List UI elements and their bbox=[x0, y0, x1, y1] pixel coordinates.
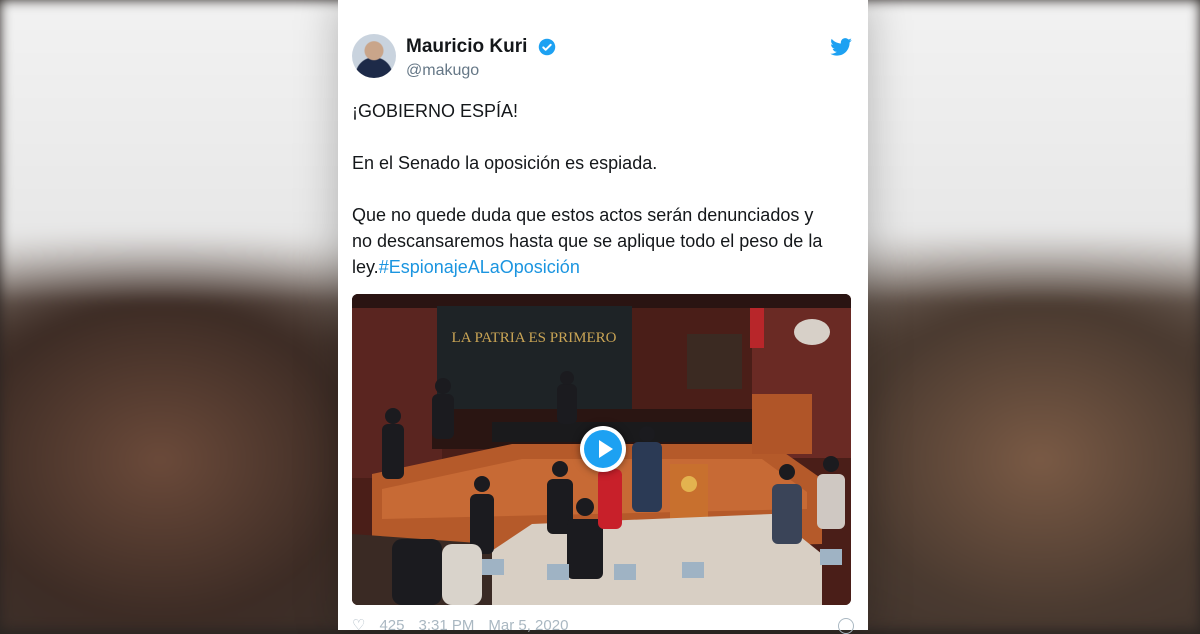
tweet-line-5: ley.#EspionajeALaOposición bbox=[352, 254, 852, 280]
heart-icon[interactable]: ♡ bbox=[352, 617, 365, 634]
tweet-card: Mauricio Kuri @makugo ¡GOBIERNO ESPÍA! E… bbox=[338, 0, 868, 634]
info-icon[interactable] bbox=[838, 618, 854, 634]
tweet-date[interactable]: Mar 5, 2020 bbox=[488, 617, 568, 634]
tweet-header: Mauricio Kuri @makugo bbox=[352, 34, 854, 82]
video-thumbnail[interactable]: LA PATRIA ES PRIMERO bbox=[352, 294, 851, 605]
play-button[interactable] bbox=[580, 426, 626, 472]
avatar[interactable] bbox=[352, 34, 396, 78]
author-name[interactable]: Mauricio Kuri bbox=[406, 36, 527, 58]
author: Mauricio Kuri bbox=[406, 36, 556, 58]
hashtag-link[interactable]: #EspionajeALaOposición bbox=[379, 257, 580, 277]
tweet-text: ¡GOBIERNO ESPÍA! En el Senado la oposici… bbox=[352, 98, 852, 280]
video-banner-text: LA PATRIA ES PRIMERO bbox=[452, 330, 617, 346]
tweet-footer: ♡ 425 3:31 PM Mar 5, 2020 bbox=[352, 616, 582, 634]
tweet-line-1: ¡GOBIERNO ESPÍA! bbox=[352, 101, 519, 121]
author-handle[interactable]: @makugo bbox=[406, 62, 479, 80]
tweet-time[interactable]: 3:31 PM bbox=[418, 617, 474, 634]
tweet-line-2: En el Senado la oposición es espiada. bbox=[352, 153, 658, 173]
tweet-line-4: no descansaremos hasta que se aplique to… bbox=[352, 231, 823, 251]
like-count: 425 bbox=[379, 617, 405, 634]
tweet-line-5-prefix: ley. bbox=[352, 257, 379, 277]
play-icon bbox=[599, 440, 613, 458]
verified-badge-icon bbox=[538, 38, 556, 56]
twitter-bird-icon[interactable] bbox=[830, 38, 852, 56]
tweet-line-3: Que no quede duda que estos actos serán … bbox=[352, 205, 814, 225]
